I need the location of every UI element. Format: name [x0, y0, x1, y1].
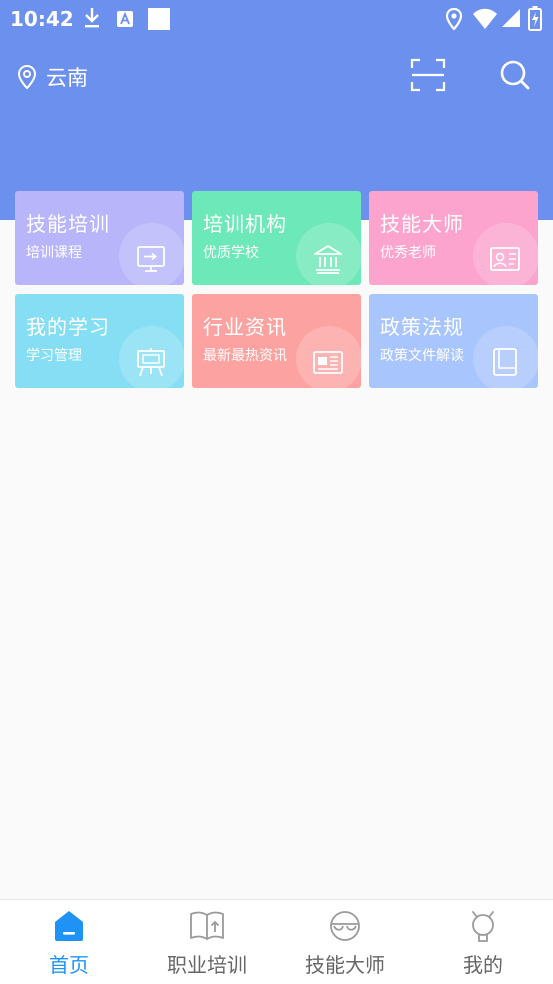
tile-title: 培训机构	[203, 212, 287, 236]
nav-vocational-training[interactable]: 职业培训	[138, 900, 276, 984]
tile-subtitle: 优秀老师	[380, 245, 436, 261]
easel-icon	[137, 348, 165, 377]
tile-title: 政策法规	[380, 315, 464, 339]
newspaper-icon	[313, 351, 343, 374]
nav-label: 职业培训	[167, 953, 247, 977]
status-time: 10:42	[10, 7, 74, 31]
bottom-navigation: 首页 职业培训 技能大师 我的	[0, 899, 553, 984]
battery-icon	[528, 6, 542, 31]
scan-button[interactable]	[410, 58, 446, 92]
signal-icon	[502, 9, 520, 27]
nav-label: 我的	[463, 953, 503, 977]
a-badge-icon	[117, 11, 133, 27]
monitor-arrow-icon	[137, 246, 165, 272]
search-icon	[500, 60, 530, 90]
tile-training-institution[interactable]: 培训机构 优质学校	[192, 191, 361, 285]
search-button[interactable]	[498, 58, 532, 92]
tile-title: 我的学习	[26, 315, 110, 339]
nav-home[interactable]: 首页	[0, 900, 138, 984]
tile-subtitle: 培训课程	[26, 245, 82, 261]
home-icon	[55, 911, 83, 941]
profile-icon	[472, 911, 494, 942]
open-book-icon	[190, 911, 224, 940]
nav-skill-master[interactable]: 技能大师	[276, 900, 414, 984]
master-icon	[330, 911, 360, 941]
status-bar: 10:42	[0, 0, 553, 38]
tile-subtitle: 学习管理	[26, 348, 82, 364]
top-bar: 云南	[0, 50, 553, 100]
tile-my-learning[interactable]: 我的学习 学习管理	[15, 294, 184, 388]
nav-mine[interactable]: 我的	[414, 900, 552, 984]
nav-label: 首页	[49, 953, 89, 977]
tile-skill-training[interactable]: 技能培训 培训课程	[15, 191, 184, 285]
id-card-icon	[490, 247, 520, 271]
location-status-icon	[445, 8, 463, 30]
location-text: 云南	[46, 66, 88, 90]
download-icon	[85, 8, 99, 28]
tile-subtitle: 最新最热资讯	[203, 348, 287, 364]
nav-label: 技能大师	[305, 953, 385, 977]
tile-subtitle: 优质学校	[203, 245, 259, 261]
location-selector[interactable]: 云南	[16, 62, 88, 92]
tile-industry-news[interactable]: 行业资讯 最新最热资讯	[192, 294, 361, 388]
tile-skill-master[interactable]: 技能大师 优秀老师	[369, 191, 538, 285]
institution-icon	[314, 245, 342, 274]
tile-policy-regulation[interactable]: 政策法规 政策文件解读	[369, 294, 538, 388]
tile-subtitle: 政策文件解读	[380, 348, 464, 364]
location-pin-icon	[17, 64, 37, 90]
square-icon	[148, 8, 170, 30]
tile-title: 行业资讯	[203, 315, 287, 339]
book-icon	[493, 348, 517, 376]
tile-title: 技能培训	[26, 212, 110, 236]
scan-icon	[410, 58, 446, 92]
tile-title: 技能大师	[380, 212, 464, 236]
wifi-icon	[473, 8, 497, 29]
